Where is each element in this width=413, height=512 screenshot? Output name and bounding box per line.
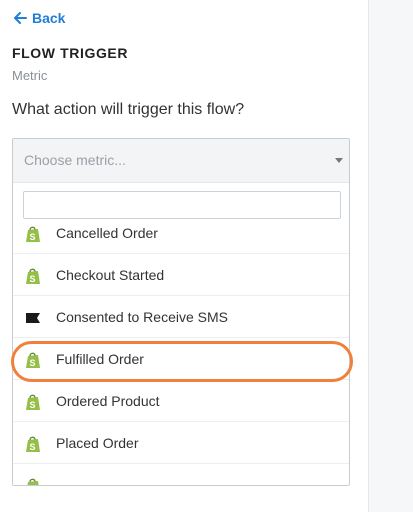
section-subtitle: Metric (12, 68, 48, 83)
back-label: Back (32, 10, 66, 26)
option-label: Cancelled Order (56, 225, 158, 241)
metric-options-list[interactable]: S Cancelled Order S Checkout Started Con… (13, 212, 349, 485)
option-ordered-product[interactable]: S Ordered Product (13, 380, 349, 422)
metric-select[interactable]: Choose metric... (13, 139, 349, 183)
svg-text:S: S (29, 232, 35, 242)
trigger-question: What action will trigger this flow? (12, 101, 245, 118)
option-label: Ordered Product (56, 393, 160, 409)
option-consented-sms[interactable]: Consented to Receive SMS (13, 296, 349, 338)
flag-icon (26, 313, 40, 323)
metric-search-input[interactable] (23, 191, 341, 219)
back-button[interactable]: Back (14, 9, 65, 27)
option-placed-order[interactable]: S Placed Order (13, 422, 349, 464)
shopify-icon: S (26, 352, 40, 368)
option-checkout-started[interactable]: S Checkout Started (13, 254, 349, 296)
shopify-icon: S (26, 226, 40, 242)
section-title: FLOW TRIGGER (12, 45, 129, 61)
option-partial-next[interactable] (13, 464, 349, 485)
side-panel (368, 0, 413, 512)
shopify-icon: S (26, 268, 40, 284)
svg-text:S: S (29, 442, 35, 452)
metric-dropdown: Choose metric... S Cancelled Order S Che… (12, 138, 350, 486)
shopify-icon: S (26, 394, 40, 410)
svg-text:S: S (29, 358, 35, 368)
option-label: Checkout Started (56, 267, 165, 283)
option-label: Consented to Receive SMS (56, 309, 228, 325)
svg-text:S: S (29, 400, 35, 410)
shopify-icon (27, 478, 39, 485)
caret-down-icon (335, 158, 343, 163)
option-fulfilled-order[interactable]: S Fulfilled Order (13, 338, 349, 380)
select-placeholder: Choose metric... (24, 152, 126, 168)
shopify-icon: S (26, 436, 40, 452)
option-label: Placed Order (56, 435, 139, 451)
svg-text:S: S (29, 274, 35, 284)
option-label: Fulfilled Order (56, 351, 144, 367)
arrow-left-icon (14, 12, 27, 24)
